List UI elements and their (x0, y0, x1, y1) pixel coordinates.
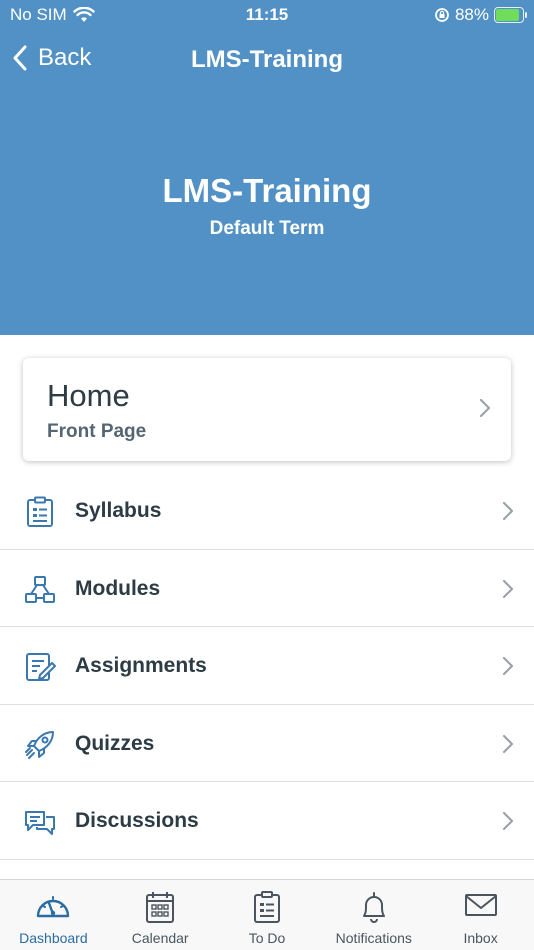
chevron-right-icon (502, 811, 514, 831)
assignments-icon (26, 653, 56, 681)
tab-notifications[interactable]: Notifications (320, 880, 427, 950)
tab-calendar[interactable]: Calendar (107, 880, 214, 950)
battery-icon (494, 7, 527, 23)
chevron-right-icon (502, 579, 514, 598)
battery-fill (496, 9, 519, 21)
chevron-right-icon (502, 501, 514, 521)
chevron-right-icon (502, 734, 514, 753)
tab-label: Inbox (463, 930, 498, 946)
menu-item-quizzes[interactable]: Quizzes (0, 705, 534, 782)
nav-title: LMS-Training (191, 46, 343, 73)
menu-item-discussions[interactable]: Discussions (0, 782, 534, 860)
syllabus-icon (27, 496, 53, 527)
chevron-right-icon (479, 398, 491, 418)
home-subtitle: Front Page (47, 421, 147, 442)
menu-item-modules[interactable]: Modules (0, 550, 534, 627)
course-menu: Syllabus Modules Assignments Quizzes Dis… (0, 472, 534, 860)
menu-label: Discussions (75, 809, 199, 832)
menu-label: Quizzes (75, 731, 155, 755)
menu-label: Assignments (75, 654, 207, 677)
todo-icon (253, 891, 280, 923)
tab-label: Calendar (131, 930, 189, 946)
battery-cap (525, 12, 527, 18)
tab-bar: Dashboard Calendar To Do Notifications I… (0, 879, 534, 950)
battery-percent: 88% (454, 5, 489, 24)
tab-label: To Do (248, 930, 286, 946)
course-term: Default Term (209, 218, 325, 239)
modules-icon (25, 575, 55, 603)
mail-icon (464, 894, 497, 916)
dashboard-icon (37, 896, 70, 918)
status-bar: No SIM 11:15 88% (0, 0, 534, 32)
discussions-icon (25, 811, 55, 835)
menu-label: Modules (75, 576, 161, 600)
tab-dashboard[interactable]: Dashboard (0, 880, 107, 950)
tab-label: Notifications (335, 930, 412, 946)
menu-item-syllabus[interactable]: Syllabus (0, 472, 534, 550)
chevron-right-icon (502, 656, 514, 676)
tab-label: Dashboard (19, 930, 88, 946)
orientation-lock-icon (435, 8, 449, 22)
calendar-icon (146, 892, 175, 923)
home-title: Home (47, 378, 130, 413)
home-card[interactable]: Home Front Page (23, 358, 511, 461)
menu-label: Syllabus (75, 499, 162, 522)
tab-inbox[interactable]: Inbox (427, 880, 534, 950)
status-right: 88% (434, 5, 527, 25)
menu-item-assignments[interactable]: Assignments (0, 627, 534, 705)
bell-icon (362, 892, 385, 923)
course-title: LMS-Training (162, 172, 372, 209)
course-header: No SIM 11:15 88% Back LMS-Training LMS-T… (0, 0, 534, 335)
tab-todo[interactable]: To Do (214, 880, 321, 950)
rocket-icon (25, 730, 54, 759)
